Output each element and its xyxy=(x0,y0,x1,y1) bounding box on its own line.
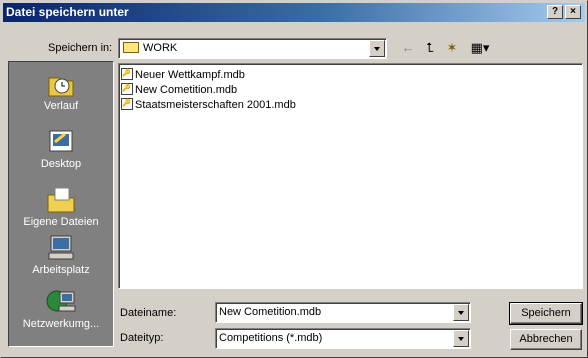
new-folder-icon[interactable]: ✶ xyxy=(441,39,463,57)
file-item[interactable]: New Cometition.mdb xyxy=(121,82,238,97)
title-bar: Datei speichern unter xyxy=(3,3,585,22)
up-folder-icon[interactable]: ⮤ xyxy=(419,39,441,57)
file-item[interactable]: Staatsmeisterschaften 2001.mdb xyxy=(121,97,296,112)
place-label: Eigene Dateien xyxy=(23,216,99,228)
file-list[interactable]: Neuer Wettkampf.mdb New Cometition.mdb S… xyxy=(118,63,583,289)
my-computer-icon xyxy=(48,235,74,260)
place-network[interactable]: Netzwerkumg... xyxy=(9,288,113,330)
file-name: Neuer Wettkampf.mdb xyxy=(135,69,245,81)
dialog-title: Datei speichern unter xyxy=(6,5,129,19)
filename-value: New Cometition.mdb xyxy=(219,306,322,318)
place-my-computer[interactable]: Arbeitsplatz xyxy=(9,234,113,276)
views-menu-icon[interactable]: ▦▾ xyxy=(465,39,495,57)
filetype-label: Dateityp: xyxy=(120,332,164,344)
save-button[interactable]: Speichern xyxy=(509,302,583,325)
save-in-dropdown[interactable]: WORK xyxy=(118,38,387,59)
file-name: New Cometition.mdb xyxy=(135,84,238,96)
cancel-button[interactable]: Abbrechen xyxy=(510,329,582,350)
place-label: Arbeitsplatz xyxy=(32,264,90,276)
place-history[interactable]: Verlauf xyxy=(9,70,113,112)
help-button[interactable]: ? xyxy=(547,5,563,19)
history-icon xyxy=(48,77,74,97)
place-desktop[interactable]: Desktop xyxy=(9,128,113,170)
place-my-documents[interactable]: Eigene Dateien xyxy=(9,186,113,228)
access-file-icon xyxy=(121,97,133,111)
folder-icon xyxy=(123,42,139,53)
desktop-icon xyxy=(49,130,73,152)
network-icon xyxy=(46,290,76,312)
back-icon[interactable]: ← xyxy=(397,39,419,57)
close-button[interactable]: × xyxy=(565,5,581,19)
file-name: Staatsmeisterschaften 2001.mdb xyxy=(135,99,296,111)
filetype-dropdown[interactable]: Competitions (*.mdb) xyxy=(215,328,471,349)
my-documents-icon xyxy=(47,187,75,213)
chevron-down-icon[interactable] xyxy=(453,330,469,347)
file-item[interactable]: Neuer Wettkampf.mdb xyxy=(121,67,245,82)
place-label: Verlauf xyxy=(43,100,79,112)
close-icon: × xyxy=(570,6,576,17)
place-label: Netzwerkumg... xyxy=(22,318,100,330)
filetype-value: Competitions (*.mdb) xyxy=(219,332,323,344)
help-icon: ? xyxy=(551,6,559,17)
filename-field[interactable]: New Cometition.mdb xyxy=(215,302,471,323)
filename-label: Dateiname: xyxy=(120,307,177,319)
access-file-icon xyxy=(121,67,133,81)
chevron-down-icon[interactable] xyxy=(369,40,385,57)
place-label: Desktop xyxy=(40,158,82,170)
chevron-down-icon[interactable] xyxy=(453,304,469,321)
places-bar: Verlauf Desktop Eigene Dateien Arbeitspl… xyxy=(8,61,114,347)
access-file-icon xyxy=(121,82,133,96)
save-in-value: WORK xyxy=(143,42,178,54)
save-in-label: Speichern in: xyxy=(48,42,113,54)
save-as-dialog: Datei speichern unter ? × Speichern in: … xyxy=(0,0,588,358)
